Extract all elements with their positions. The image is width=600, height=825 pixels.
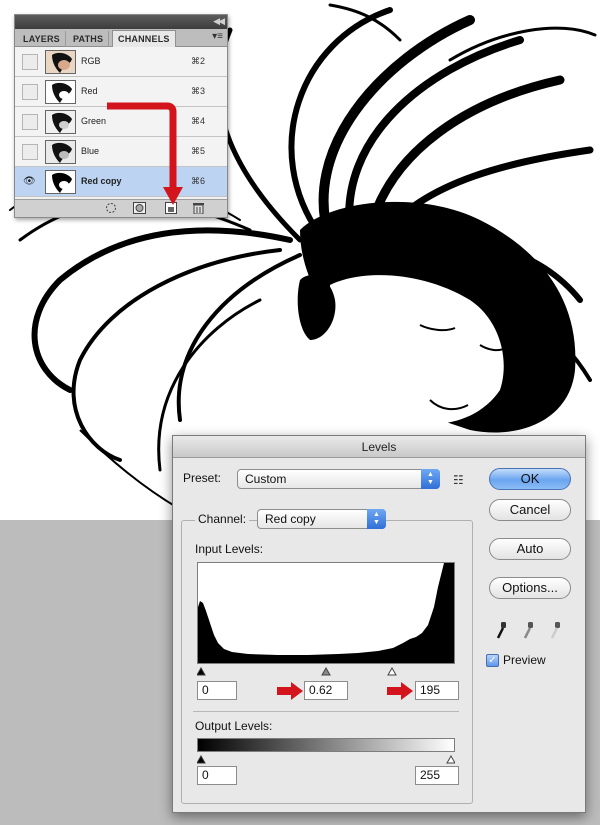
save-selection-icon[interactable] (133, 202, 146, 217)
channel-shortcut: ⌘3 (190, 86, 205, 96)
new-channel-icon[interactable] (165, 202, 177, 217)
visibility-toggle[interactable] (22, 54, 38, 70)
white-point-handle (387, 666, 397, 676)
channel-name: Blue (81, 146, 100, 156)
trash-icon[interactable] (193, 202, 204, 217)
channel-select[interactable]: Red copy ▲ ▼ (257, 509, 386, 529)
select-arrows-icon: ▲ ▼ (367, 509, 386, 529)
channel-list: RGB ⌘2 Red ⌘3 Green ⌘4 Blue ⌘5 👁 Red cop… (15, 47, 227, 199)
output-levels-label: Output Levels: (195, 719, 273, 733)
channel-row-green[interactable]: Green ⌘4 (15, 107, 227, 137)
preset-select[interactable]: Custom ▲ ▼ (237, 469, 440, 489)
channel-thumbnail (45, 50, 76, 74)
collapse-icon[interactable]: ◀◀ (213, 16, 225, 27)
channel-name: RGB (81, 56, 101, 66)
channel-thumbnail (45, 140, 76, 164)
dialog-title[interactable]: Levels (173, 436, 585, 458)
panel-menu-icon[interactable]: ▾≡ (212, 31, 223, 42)
output-slider-track (196, 754, 456, 764)
red-arrow-icon (387, 682, 413, 700)
output-slider[interactable] (196, 752, 456, 764)
channel-name: Green (81, 116, 107, 126)
channel-thumbnail (45, 170, 76, 194)
eye-icon: 👁 (23, 176, 36, 187)
tab-paths[interactable]: PATHS (68, 31, 110, 47)
channel-shortcut: ⌘4 (190, 116, 205, 126)
input-black-field[interactable]: 0 (197, 681, 237, 700)
channel-row-red-copy[interactable]: 👁 Red copy ⌘6 (15, 167, 227, 197)
input-white-field[interactable]: 195 (415, 681, 459, 700)
output-black-field[interactable]: 0 (197, 766, 237, 785)
panel-footer (15, 199, 227, 217)
channel-shortcut: ⌘2 (190, 56, 205, 66)
ok-button[interactable]: OK (489, 468, 571, 490)
panel-titlebar[interactable]: ◀◀ (15, 15, 227, 29)
tab-channels[interactable]: CHANNELS (112, 30, 176, 48)
output-white-handle (446, 754, 456, 764)
levels-dialog: Levels Preset: Custom ▲ ▼ ☷ Channel: Red … (172, 435, 586, 813)
channel-row-blue[interactable]: Blue ⌘5 (15, 137, 227, 167)
preset-value: Custom (245, 472, 287, 486)
channel-thumbnail (45, 110, 76, 134)
histogram (197, 562, 455, 664)
visibility-toggle[interactable] (22, 84, 38, 100)
visibility-toggle[interactable] (22, 144, 38, 160)
visibility-toggle[interactable]: 👁 (22, 174, 38, 190)
preset-label: Preset: (183, 471, 222, 485)
output-gradient (197, 738, 455, 752)
white-eyedropper-icon[interactable] (549, 622, 563, 640)
input-levels-label: Input Levels: (195, 542, 264, 556)
output-black-handle (196, 754, 206, 764)
black-eyedropper-icon[interactable] (495, 622, 509, 640)
channel-value: Red copy (265, 512, 316, 526)
preview-label: Preview (503, 653, 546, 667)
channel-name: Red copy (81, 176, 122, 186)
preview-checkbox[interactable]: ✓ (486, 654, 499, 667)
gray-eyedropper-icon[interactable] (522, 622, 536, 640)
channel-thumbnail (45, 80, 76, 104)
options-button[interactable]: Options... (489, 577, 571, 599)
preset-options-icon[interactable]: ☷ (453, 473, 464, 487)
input-slider[interactable] (196, 664, 455, 676)
channels-panel: ◀◀ LAYERS PATHS CHANNELS ▾≡ RGB ⌘2 Red ⌘… (14, 14, 228, 218)
divider (193, 711, 459, 712)
channel-shortcut: ⌘5 (190, 146, 205, 156)
auto-button[interactable]: Auto (489, 538, 571, 560)
red-arrow-icon (277, 682, 303, 700)
black-point-handle (196, 666, 206, 676)
tab-layers[interactable]: LAYERS (18, 31, 66, 47)
histogram-graph (198, 563, 454, 663)
channel-shortcut: ⌘6 (190, 176, 205, 186)
load-selection-icon[interactable] (105, 202, 117, 217)
visibility-toggle[interactable] (22, 114, 38, 130)
input-gamma-field[interactable]: 0.62 (304, 681, 348, 700)
cancel-button[interactable]: Cancel (489, 499, 571, 521)
channel-name: Red (81, 86, 98, 96)
channel-row-red[interactable]: Red ⌘3 (15, 77, 227, 107)
output-white-field[interactable]: 255 (415, 766, 459, 785)
input-slider-track (196, 666, 397, 676)
channel-label: Channel: (195, 512, 250, 526)
panel-tabs: LAYERS PATHS CHANNELS ▾≡ (15, 29, 227, 48)
gamma-handle (321, 666, 331, 676)
select-arrows-icon: ▲ ▼ (421, 469, 440, 489)
channel-row-rgb[interactable]: RGB ⌘2 (15, 47, 227, 77)
